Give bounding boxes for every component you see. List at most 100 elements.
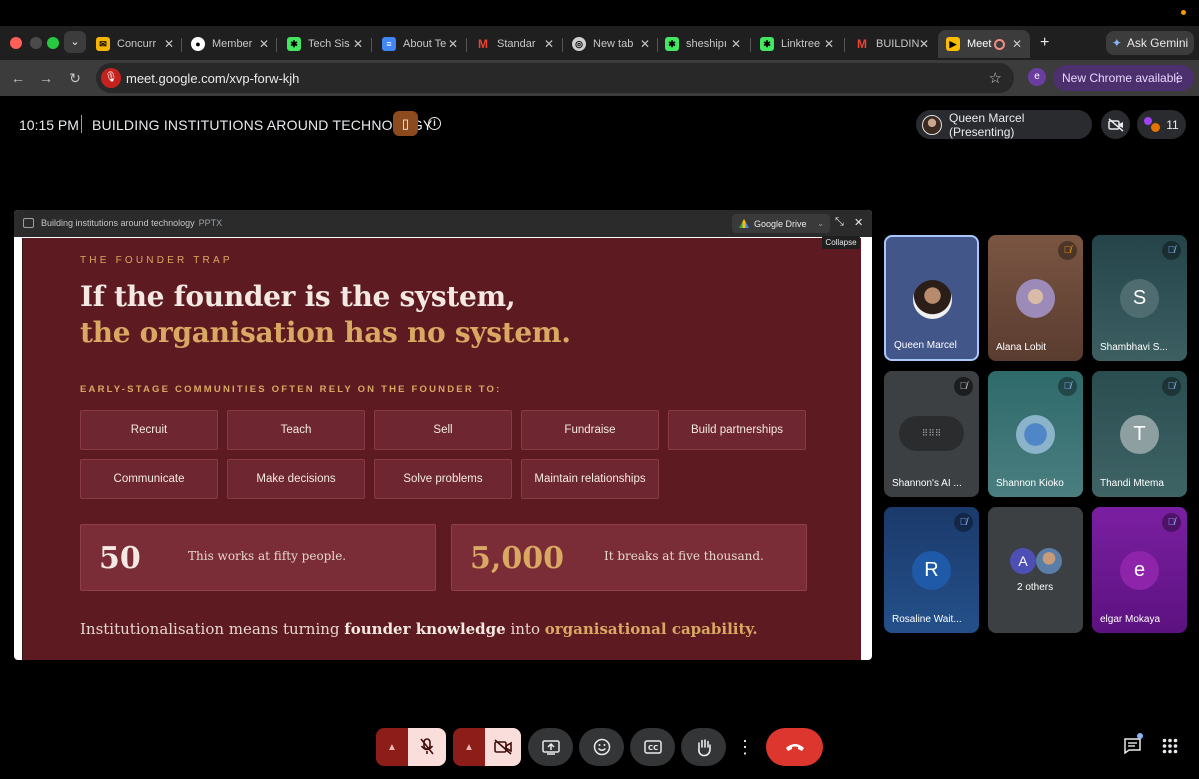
chip-build-partnerships: Build partnerships xyxy=(668,410,806,450)
forward-icon[interactable]: → xyxy=(36,68,56,88)
meeting-docs-icon[interactable]: ▯ xyxy=(393,111,418,136)
close-window-button[interactable] xyxy=(10,37,22,49)
captions-button[interactable]: CC xyxy=(630,728,675,766)
participant-tile-thandi-mtema[interactable]: 🎙̸ T Thandi Mtema xyxy=(1092,371,1187,497)
url-text[interactable]: meet.google.com/xvp-forw-kjh xyxy=(126,71,299,86)
close-icon[interactable]: ✕ xyxy=(448,37,458,51)
profile-avatar[interactable]: e xyxy=(1028,68,1046,86)
tab-standar[interactable]: M Standar ✕ xyxy=(476,30,554,58)
tab-concurr[interactable]: ✉ Concurr ✕ xyxy=(96,30,174,58)
header-divider xyxy=(81,115,82,133)
close-icon[interactable]: ✕ xyxy=(824,37,834,51)
chip-maintain-relationships: Maintain relationships xyxy=(521,459,659,499)
new-chrome-available-button[interactable]: New Chrome available ⋮ xyxy=(1053,65,1194,91)
avatar xyxy=(1016,415,1055,454)
avatar: T xyxy=(1120,415,1159,454)
chat-notification-dot xyxy=(1137,733,1143,739)
info-icon[interactable]: i xyxy=(428,117,441,130)
tab-meet[interactable]: ▶ Meet ✕ xyxy=(938,30,1030,58)
close-icon[interactable]: ✕ xyxy=(919,37,929,51)
present-icon xyxy=(541,739,560,755)
linktree-icon: ✱ xyxy=(760,37,774,51)
close-icon[interactable]: ✕ xyxy=(854,216,863,229)
participant-tile-others[interactable]: A 2 others xyxy=(988,507,1083,633)
new-chrome-label: New Chrome available xyxy=(1062,71,1183,85)
chat-icon[interactable] xyxy=(1124,738,1141,759)
mic-off-icon: 🎙̸ xyxy=(1058,241,1077,260)
slide-headline-1: If the founder is the system, xyxy=(80,280,516,313)
activities-icon[interactable] xyxy=(1162,738,1178,759)
present-screen-button[interactable] xyxy=(528,728,573,766)
participant-tile-shannon-kioko[interactable]: 🎙̸ Shannon Kioko xyxy=(988,371,1083,497)
reload-icon[interactable]: ↻ xyxy=(65,68,85,88)
ask-gemini-button[interactable]: ✦ Ask Gemini xyxy=(1106,31,1194,55)
docs-icon: ≡ xyxy=(382,37,396,51)
tab-divider xyxy=(276,38,277,52)
participants-button[interactable]: 11 xyxy=(1137,110,1186,139)
close-icon[interactable]: ✕ xyxy=(164,37,174,51)
notification-dot xyxy=(1181,10,1186,15)
closing-bold-1: founder knowledge xyxy=(344,620,506,638)
tab-label: BUILDIN xyxy=(876,38,920,50)
back-icon[interactable]: ← xyxy=(8,68,28,88)
tab-new-tab[interactable]: ◎ New tab ✕ xyxy=(572,30,650,58)
close-icon[interactable]: ✕ xyxy=(640,37,650,51)
stat-card-5000: 5,000 It breaks at five thousand. xyxy=(451,524,807,591)
participant-tile-shannons-ai[interactable]: 🎙̸ ⠿⠿⠿ Shannon's AI ... xyxy=(884,371,979,497)
camera-toggle-button[interactable] xyxy=(485,728,521,766)
maximize-window-button[interactable] xyxy=(47,37,59,49)
video-options-button[interactable]: ▲ xyxy=(453,728,485,766)
tab-member[interactable]: ● Member ✕ xyxy=(191,30,269,58)
slide-eyebrow: THE FOUNDER TRAP xyxy=(80,255,233,266)
mic-off-icon: 🎙̸ xyxy=(954,513,973,532)
reactions-button[interactable] xyxy=(579,728,624,766)
tab-label: Member xyxy=(212,38,253,50)
sidebar-icon[interactable] xyxy=(23,218,34,228)
google-drive-button[interactable]: Google Drive ⌄ xyxy=(732,214,830,233)
raise-hand-button[interactable] xyxy=(681,728,726,766)
tab-bar: ⌄ ✉ Concurr ✕ ● Member ✕ ✱ Tech Sis ✕ ≡ … xyxy=(0,26,1199,60)
leave-call-button[interactable] xyxy=(766,728,823,766)
participant-tile-elgar-mokaya[interactable]: 🎙̸ e elgar Mokaya xyxy=(1092,507,1187,633)
new-tab-button[interactable]: + xyxy=(1040,34,1049,52)
mic-off-icon: 🎙̸ xyxy=(1058,377,1077,396)
close-icon[interactable]: ✕ xyxy=(544,37,554,51)
mic-off-icon xyxy=(420,738,434,755)
address-bar[interactable]: 🎙 meet.google.com/xvp-forw-kjh ☆ xyxy=(96,63,1014,93)
close-icon[interactable]: ✕ xyxy=(731,37,741,51)
ai-notetaker-avatar: ⠿⠿⠿ xyxy=(899,416,964,451)
avatar xyxy=(1036,548,1062,574)
participant-name: Thandi Mtema xyxy=(1100,478,1164,489)
close-icon[interactable]: ✕ xyxy=(353,37,363,51)
tab-divider xyxy=(750,38,751,52)
tab-sheship[interactable]: ✱ sheshipı ✕ xyxy=(665,30,741,58)
tab-tech-sis[interactable]: ✱ Tech Sis ✕ xyxy=(287,30,363,58)
collapse-icon[interactable]: ⤡ xyxy=(835,216,844,229)
audio-options-button[interactable]: ▲ xyxy=(376,728,408,766)
tab-linktree[interactable]: ✱ Linktree ✕ xyxy=(760,30,834,58)
tab-building[interactable]: M BUILDIN ✕ xyxy=(855,30,929,58)
participant-tile-queen-marcel[interactable]: Queen Marcel xyxy=(884,235,979,361)
bookmark-star-icon[interactable]: ☆ xyxy=(989,69,1002,87)
more-vert-icon: ⋮ xyxy=(736,736,754,757)
gemini-icon: ✦ xyxy=(1111,36,1122,50)
video-off-header-icon[interactable] xyxy=(1101,110,1130,139)
participant-tile-rosaline[interactable]: 🎙̸ R Rosaline Wait... xyxy=(884,507,979,633)
more-vert-icon[interactable]: ⋮ xyxy=(1171,70,1184,86)
microphone-icon[interactable]: 🎙 xyxy=(101,68,121,88)
emoji-icon xyxy=(593,738,610,756)
close-icon[interactable]: ✕ xyxy=(259,37,269,51)
stat-text: This works at fifty people. xyxy=(188,549,347,563)
hand-icon xyxy=(697,738,711,756)
presenter-chip[interactable]: Queen Marcel (Presenting) xyxy=(916,110,1092,139)
tab-about-te[interactable]: ≡ About Te ✕ xyxy=(382,30,458,58)
participant-tile-shambhavi[interactable]: 🎙̸ S Shambhavi S... xyxy=(1092,235,1187,361)
more-options-button[interactable]: ⋮ xyxy=(732,728,758,766)
minimize-window-button[interactable] xyxy=(30,37,42,49)
slide-closing-line: Institutionalisation means turning found… xyxy=(80,620,758,638)
close-icon[interactable]: ✕ xyxy=(1012,37,1022,51)
tab-search-button[interactable]: ⌄ xyxy=(64,31,86,53)
mic-toggle-button[interactable] xyxy=(408,728,446,766)
participant-name: Queen Marcel xyxy=(894,340,957,351)
participant-tile-alana-lobit[interactable]: 🎙̸ Alana Lobit xyxy=(988,235,1083,361)
